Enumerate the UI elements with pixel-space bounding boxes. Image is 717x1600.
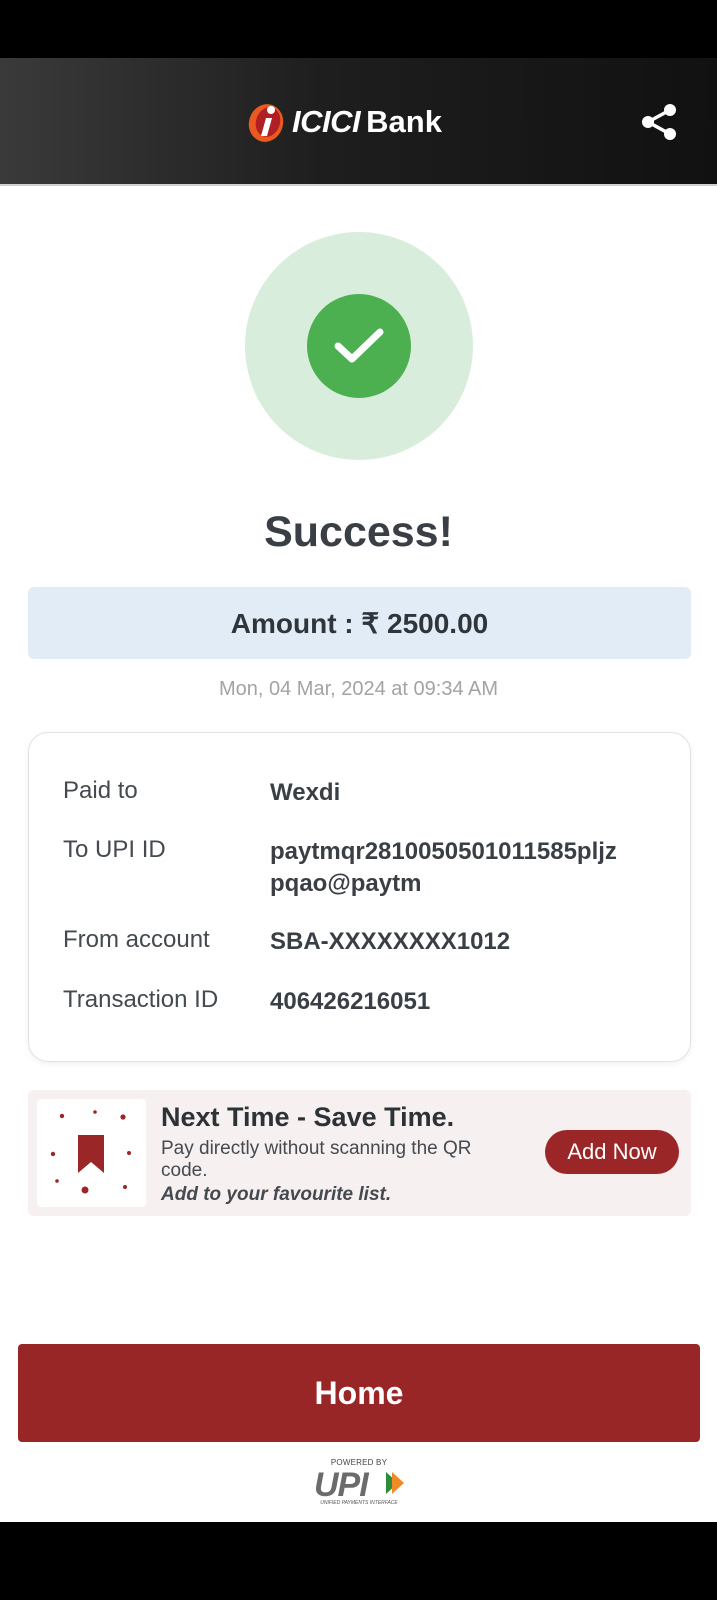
transaction-details-card: Paid to Wexdi To UPI ID paytmqr281005050…: [28, 732, 691, 1062]
amount-box: Amount : ₹ 2500.00: [28, 587, 691, 659]
favourite-promo-banner: Next Time - Save Time. Pay directly with…: [28, 1090, 691, 1216]
detail-value: SBA-XXXXXXXX1012: [270, 928, 511, 955]
icici-logo: ICICI Bank: [244, 98, 442, 146]
success-badge: [245, 232, 473, 460]
logo-brand-text: ICICI: [292, 104, 361, 139]
upi-full-name: UNIFIED PAYMENTS INTERFACE: [320, 1500, 398, 1506]
detail-label: To UPI ID: [63, 836, 166, 863]
detail-value: paytmqr2810050501011585pljzpqao@paytm: [270, 838, 617, 897]
detail-label: From account: [63, 926, 210, 953]
promo-cta-text: Add to your favourite list.: [161, 1184, 392, 1205]
detail-value: Wexdi: [270, 779, 341, 806]
promo-description: Pay directly without scanning the QR cod…: [161, 1138, 472, 1181]
detail-label: Transaction ID: [63, 986, 219, 1013]
share-button[interactable]: [636, 102, 684, 142]
detail-value: 406426216051: [270, 988, 431, 1015]
receipt-content: Success! Amount : ₹ 2500.00 Mon, 04 Mar,…: [0, 186, 717, 1522]
icici-logo-icon: [248, 104, 284, 142]
system-nav-bar: [0, 1522, 717, 1600]
add-now-button[interactable]: Add Now: [545, 1130, 679, 1174]
app-header: ICICI Bank: [0, 58, 717, 186]
bookmark-icon: [50, 1110, 131, 1194]
logo-bank-text: Bank: [366, 104, 442, 139]
success-title: Success!: [264, 508, 453, 556]
amount-text: Amount : ₹ 2500.00: [230, 607, 489, 639]
home-button[interactable]: Home: [18, 1344, 700, 1442]
detail-label: Paid to: [63, 777, 138, 804]
upi-arrow-icon: [386, 1472, 404, 1494]
upi-logo: POWERED BY UPI UNIFIED PAYMENTS INTERFAC…: [312, 1458, 406, 1508]
promo-illustration: [37, 1099, 146, 1207]
transaction-datetime: Mon, 04 Mar, 2024 at 09:34 AM: [218, 678, 499, 700]
share-icon: [642, 104, 676, 140]
status-bar: [0, 0, 717, 58]
promo-title: Next Time - Save Time.: [161, 1102, 455, 1132]
check-icon: [334, 328, 384, 363]
